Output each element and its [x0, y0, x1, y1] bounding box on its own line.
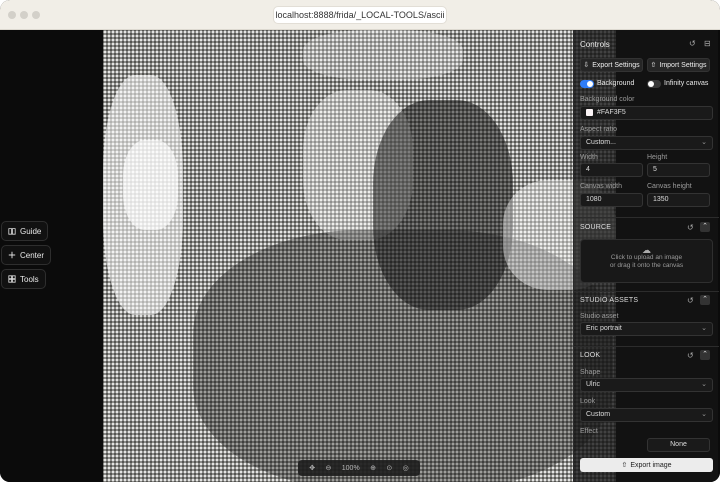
- look-select[interactable]: Custom ⌄: [580, 408, 713, 422]
- height-input[interactable]: 5: [647, 163, 710, 177]
- studio-asset-label: Studio asset: [580, 313, 619, 320]
- canvas-highlight-top: [303, 30, 463, 80]
- export-image-button[interactable]: ⇧ Export image: [580, 458, 713, 472]
- shape-label: Shape: [580, 369, 601, 376]
- maximize-window-dot[interactable]: [32, 11, 40, 19]
- look-label: Look: [580, 398, 596, 405]
- chevron-down-icon: ⌄: [701, 325, 707, 332]
- canvas-highlight-window: [123, 140, 178, 230]
- pan-icon[interactable]: ✥: [309, 464, 315, 472]
- shape-select[interactable]: Ulric ⌄: [580, 378, 713, 392]
- width-label: Width: [580, 154, 598, 161]
- section-divider: [574, 291, 719, 292]
- browser-window: localhost:8888/frida/_LOCAL-TOOLS/ascii …: [0, 0, 720, 482]
- look-section-title: LOOK: [580, 352, 601, 359]
- guide-button[interactable]: Guide: [1, 221, 49, 241]
- controls-title: Controls: [580, 40, 610, 49]
- background-toggle[interactable]: [580, 80, 594, 88]
- studio-assets-title: STUDIO ASSETS: [580, 297, 639, 304]
- source-reset-icon[interactable]: ↺: [687, 223, 694, 232]
- source-collapse-icon[interactable]: ⌃: [700, 222, 710, 232]
- minimize-window-dot[interactable]: [20, 11, 28, 19]
- studio-assets-collapse-icon[interactable]: ⌃: [700, 295, 710, 305]
- aspect-ratio-select[interactable]: Custom... ⌄: [580, 136, 713, 150]
- source-section-title: SOURCE: [580, 224, 612, 231]
- ascii-canvas[interactable]: [103, 30, 616, 482]
- zoom-out-icon[interactable]: ⊖: [325, 464, 331, 472]
- look-reset-icon[interactable]: ↺: [687, 351, 694, 360]
- height-label: Height: [647, 154, 668, 161]
- width-input[interactable]: 4: [580, 163, 643, 177]
- export-settings-button[interactable]: ⇩ Export Settings: [580, 58, 643, 72]
- infinity-canvas-label: Infinity canvas: [664, 80, 709, 87]
- download-icon: ⇩: [583, 62, 590, 69]
- reset-view-icon[interactable]: ◎: [403, 464, 409, 472]
- undo-icon[interactable]: ↺: [689, 39, 696, 48]
- canvas-width-input[interactable]: 1080: [580, 193, 643, 207]
- tools-button[interactable]: Tools: [1, 269, 46, 289]
- browser-titlebar: localhost:8888/frida/_LOCAL-TOOLS/ascii: [0, 0, 720, 30]
- studio-asset-select[interactable]: Eric portrait ⌄: [580, 322, 713, 336]
- effect-label: Effect: [580, 428, 598, 435]
- chevron-down-icon: ⌄: [701, 411, 707, 418]
- color-swatch[interactable]: [586, 108, 593, 116]
- collapse-panel-icon[interactable]: ⊟: [704, 39, 711, 48]
- import-settings-button[interactable]: ⇧ Import Settings: [647, 58, 710, 72]
- center-button[interactable]: Center: [1, 245, 52, 265]
- controls-panel: Controls ↺ ⊟ ⇩ Export Settings ⇧ Import Se…: [573, 30, 719, 482]
- plus-icon: [8, 251, 16, 259]
- guide-label: Guide: [20, 226, 42, 236]
- canvas-width-label: Canvas width: [580, 183, 623, 190]
- zoom-in-icon[interactable]: ⊕: [370, 464, 376, 472]
- look-collapse-icon[interactable]: ⌃: [700, 350, 710, 360]
- section-divider: [574, 217, 719, 218]
- upload-icon: ⇧: [621, 462, 628, 469]
- canvas-height-input[interactable]: 1350: [647, 193, 710, 207]
- grid-icon: [8, 275, 16, 283]
- studio-assets-reset-icon[interactable]: ↺: [687, 296, 694, 305]
- section-divider: [574, 346, 719, 347]
- book-icon: [8, 228, 16, 235]
- zoom-toolbar: ✥ ⊖ 100% ⊕ ⊙ ◎: [298, 460, 420, 476]
- background-color-label: Background color: [580, 96, 635, 103]
- upload-icon: ⇧: [650, 62, 657, 69]
- zoom-level[interactable]: 100%: [342, 465, 360, 472]
- cloud-upload-icon: ☁: [642, 245, 651, 255]
- infinity-canvas-toggle[interactable]: [647, 80, 661, 88]
- upload-dropzone[interactable]: ☁ Click to upload an image or drag it on…: [580, 239, 713, 283]
- background-toggle-label: Background: [597, 80, 635, 87]
- background-color-field[interactable]: #FAF3F5: [580, 106, 713, 120]
- center-label: Center: [20, 250, 45, 260]
- chevron-down-icon: ⌄: [701, 139, 707, 146]
- close-window-dot[interactable]: [8, 11, 16, 19]
- chevron-down-icon: ⌄: [701, 381, 707, 388]
- effect-option-none[interactable]: None: [647, 438, 710, 452]
- tools-label: Tools: [20, 274, 39, 284]
- address-bar[interactable]: localhost:8888/frida/_LOCAL-TOOLS/ascii: [273, 6, 447, 24]
- canvas-height-label: Canvas height: [647, 183, 692, 190]
- aspect-ratio-label: Aspect ratio: [580, 126, 617, 133]
- fit-icon[interactable]: ⊙: [386, 464, 392, 472]
